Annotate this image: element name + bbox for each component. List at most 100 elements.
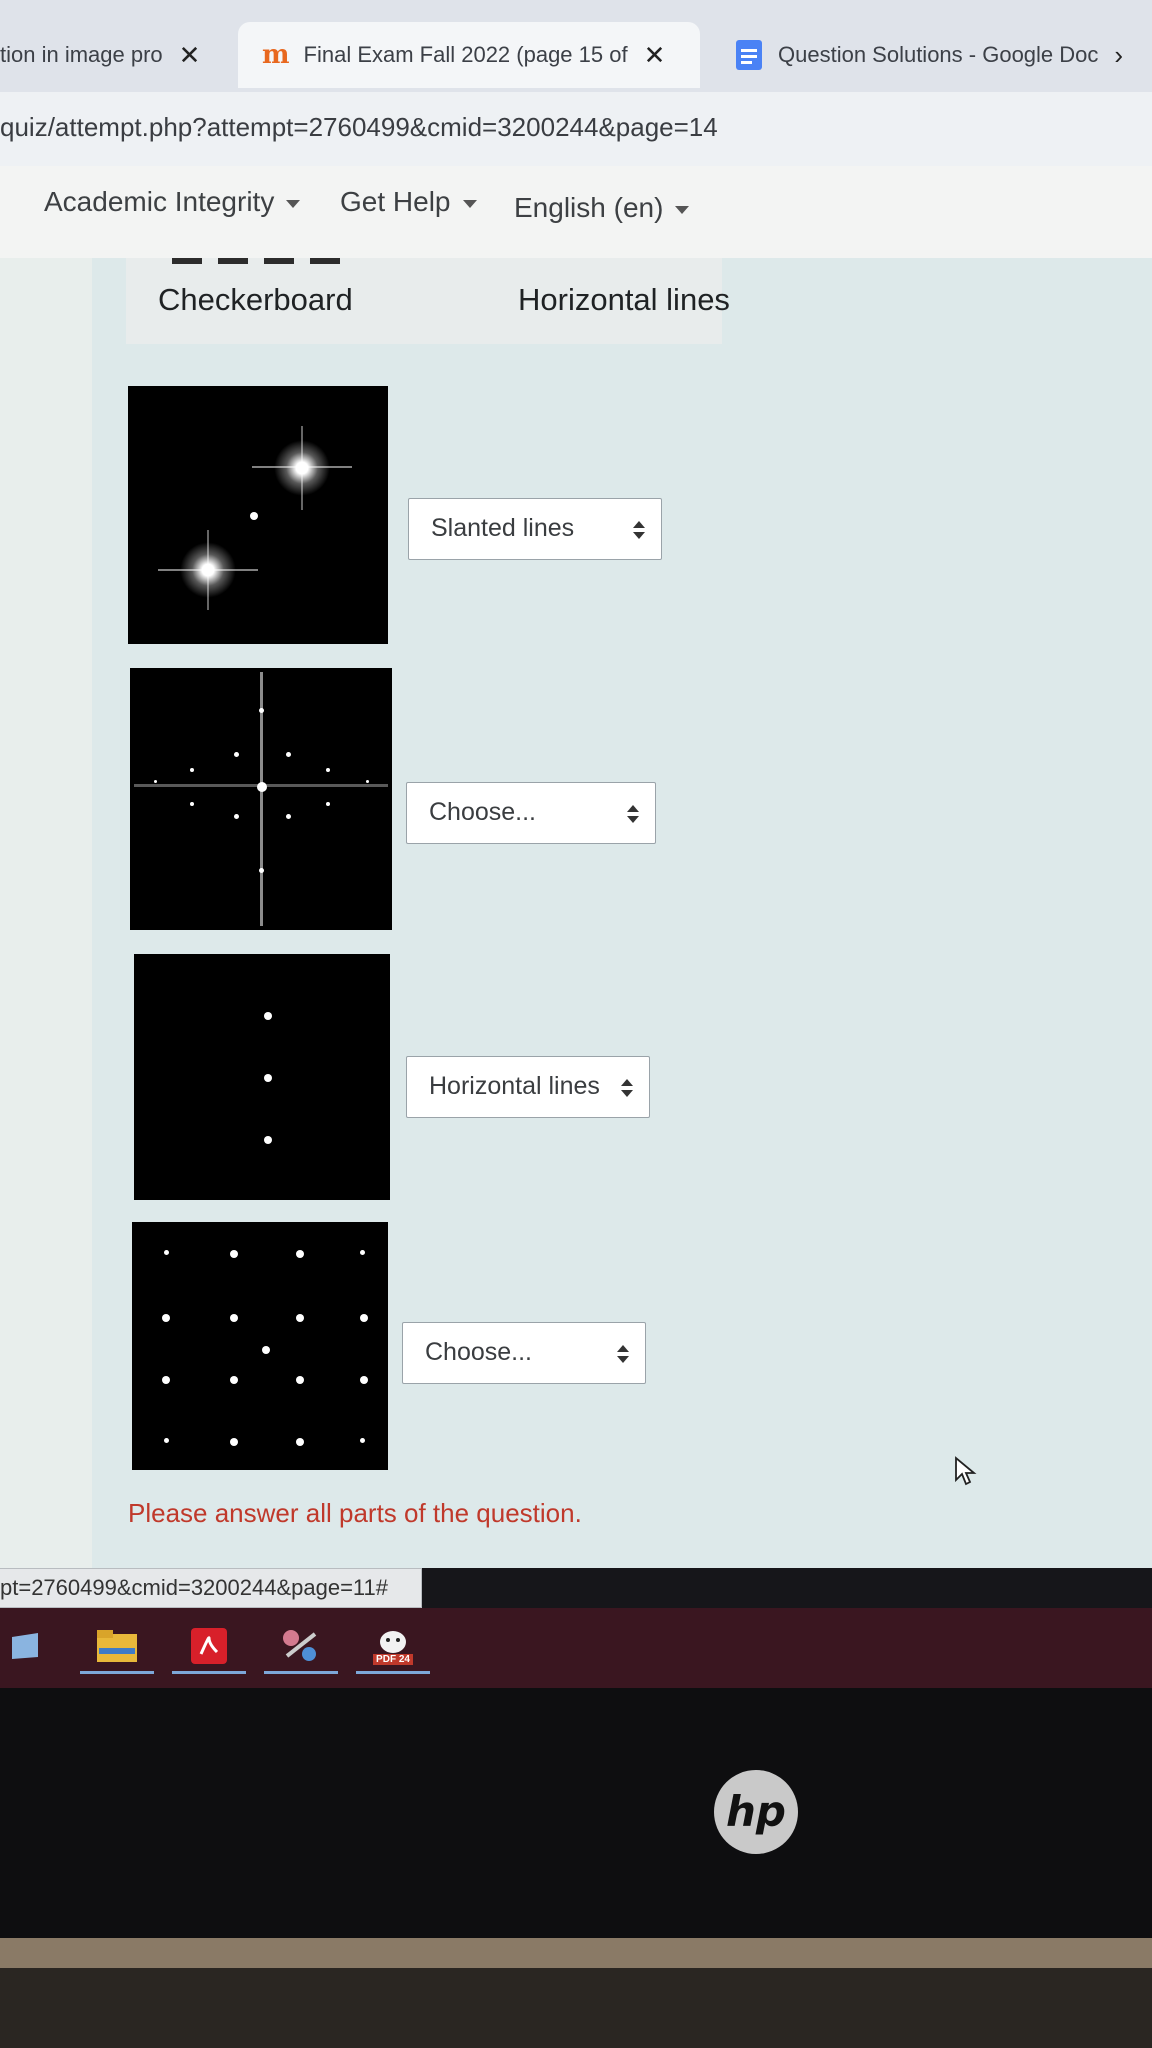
hp-logo: hp bbox=[714, 1770, 798, 1854]
active-indicator bbox=[356, 1671, 430, 1674]
select-value: Choose... bbox=[425, 1338, 533, 1366]
grid-point bbox=[230, 1376, 238, 1384]
active-indicator bbox=[264, 1671, 338, 1674]
grid-point bbox=[360, 1250, 365, 1255]
spectrum-point bbox=[190, 802, 194, 806]
acrobat-icon[interactable] bbox=[172, 1616, 246, 1676]
spectrum-point bbox=[326, 802, 330, 806]
spectrum-image-1 bbox=[128, 386, 388, 644]
laptop-body bbox=[0, 1968, 1152, 2048]
spectrum-image-4 bbox=[132, 1222, 388, 1470]
tab-title: tion in image pro bbox=[0, 42, 163, 67]
grid-point bbox=[296, 1314, 304, 1322]
grid-point bbox=[164, 1438, 169, 1443]
spectrum-image-2 bbox=[130, 668, 392, 930]
laptop-bezel bbox=[0, 1688, 1152, 1938]
validation-error: Please answer all parts of the question. bbox=[128, 1498, 582, 1528]
grid-point bbox=[164, 1250, 169, 1255]
page-content: Checkerboard Horizontal lines Slanted li… bbox=[0, 258, 1152, 1568]
mouse-cursor-icon bbox=[955, 1456, 977, 1486]
center-point bbox=[262, 1346, 270, 1354]
grid-point bbox=[230, 1438, 238, 1446]
center-point bbox=[250, 512, 258, 520]
answer-select-2[interactable]: Choose... bbox=[406, 782, 656, 844]
spectrum-point bbox=[154, 780, 157, 783]
select-arrows-icon bbox=[621, 1079, 633, 1097]
select-arrows-icon bbox=[627, 805, 639, 823]
select-arrows-icon bbox=[617, 1345, 629, 1363]
tab-google-doc[interactable]: Question Solutions - Google Doc › bbox=[712, 22, 1152, 88]
nav-label: English (en) bbox=[514, 192, 664, 223]
center-point bbox=[264, 1074, 272, 1082]
windows-icon bbox=[12, 1633, 38, 1659]
grid-point bbox=[296, 1250, 304, 1258]
folder-icon bbox=[97, 1630, 137, 1662]
file-explorer-icon[interactable] bbox=[80, 1616, 154, 1676]
address-bar[interactable]: quiz/attempt.php?attempt=2760499&cmid=32… bbox=[0, 92, 1152, 167]
center-point bbox=[257, 782, 267, 792]
divider bbox=[172, 258, 202, 264]
nav-academic-integrity[interactable]: Academic Integrity bbox=[44, 186, 301, 218]
tab-title: Final Exam Fall 2022 (page 15 of bbox=[303, 42, 628, 67]
tab-image-processing[interactable]: tion in image pro ✕ bbox=[0, 22, 228, 88]
close-tab-icon[interactable]: › bbox=[1114, 40, 1123, 71]
spectrum-point bbox=[286, 814, 291, 819]
answer-select-1[interactable]: Slanted lines bbox=[408, 498, 662, 560]
url-text: quiz/attempt.php?attempt=2760499&cmid=32… bbox=[0, 112, 718, 142]
pdf-icon bbox=[191, 1628, 227, 1664]
moodle-icon: m bbox=[262, 40, 290, 70]
caret-down-icon bbox=[286, 199, 301, 208]
spectrum-image-3 bbox=[134, 954, 390, 1200]
status-url: pt=2760499&cmid=3200244&page=11# bbox=[0, 1568, 422, 1608]
spectrum-point bbox=[190, 768, 194, 772]
nav-label: Academic Integrity bbox=[44, 186, 275, 217]
snipping-tool-icon[interactable] bbox=[264, 1616, 338, 1676]
spectrum-point bbox=[326, 768, 330, 772]
grid-point bbox=[230, 1314, 238, 1322]
active-indicator bbox=[172, 1671, 246, 1674]
nav-language[interactable]: English (en) bbox=[514, 192, 690, 224]
grid-point bbox=[360, 1376, 368, 1384]
taskbar: PDF 24 bbox=[0, 1608, 1152, 1688]
answer-option-horizontal-lines: Horizontal lines bbox=[518, 282, 730, 317]
grid-point bbox=[162, 1376, 170, 1384]
spectrum-point bbox=[259, 868, 264, 873]
select-value: Horizontal lines bbox=[429, 1072, 600, 1100]
spectrum-point bbox=[286, 752, 291, 757]
nav-label: Get Help bbox=[340, 186, 451, 217]
tab-final-exam[interactable]: m Final Exam Fall 2022 (page 15 of ✕ bbox=[238, 22, 700, 88]
task-view-icon[interactable] bbox=[0, 1616, 50, 1676]
left-drawer-strip bbox=[0, 258, 94, 1568]
grid-point bbox=[296, 1376, 304, 1384]
spectrum-point bbox=[366, 780, 369, 783]
spectrum-point bbox=[259, 708, 264, 713]
select-arrows-icon bbox=[633, 521, 645, 539]
caret-down-icon bbox=[462, 199, 477, 208]
spectrum-point bbox=[234, 752, 239, 757]
active-indicator bbox=[80, 1671, 154, 1674]
answer-select-4[interactable]: Choose... bbox=[402, 1322, 646, 1384]
nav-get-help[interactable]: Get Help bbox=[340, 186, 477, 218]
grid-point bbox=[296, 1438, 304, 1446]
grid-point bbox=[162, 1314, 170, 1322]
close-tab-icon[interactable]: ✕ bbox=[644, 40, 666, 71]
browser-tab-bar: tion in image pro ✕ m Final Exam Fall 20… bbox=[0, 0, 1152, 92]
site-navbar: Academic Integrity Get Help English (en) bbox=[0, 166, 1152, 259]
spectrum-point bbox=[264, 1012, 272, 1020]
caret-down-icon bbox=[675, 205, 690, 214]
select-value: Slanted lines bbox=[431, 514, 575, 542]
grid-point bbox=[360, 1438, 365, 1443]
answer-select-3[interactable]: Horizontal lines bbox=[406, 1056, 650, 1118]
pdf24-mascot-icon bbox=[380, 1630, 406, 1653]
google-docs-icon bbox=[736, 40, 762, 70]
divider bbox=[310, 258, 340, 264]
grid-point bbox=[230, 1250, 238, 1258]
spectrum-point bbox=[264, 1136, 272, 1144]
close-tab-icon[interactable]: ✕ bbox=[179, 40, 201, 71]
pdf-24-icon[interactable]: PDF 24 bbox=[356, 1616, 430, 1676]
streak bbox=[207, 530, 209, 610]
divider bbox=[218, 258, 248, 264]
divider bbox=[264, 258, 294, 264]
select-value: Choose... bbox=[429, 798, 537, 826]
pdf24-label: PDF 24 bbox=[373, 1653, 413, 1665]
